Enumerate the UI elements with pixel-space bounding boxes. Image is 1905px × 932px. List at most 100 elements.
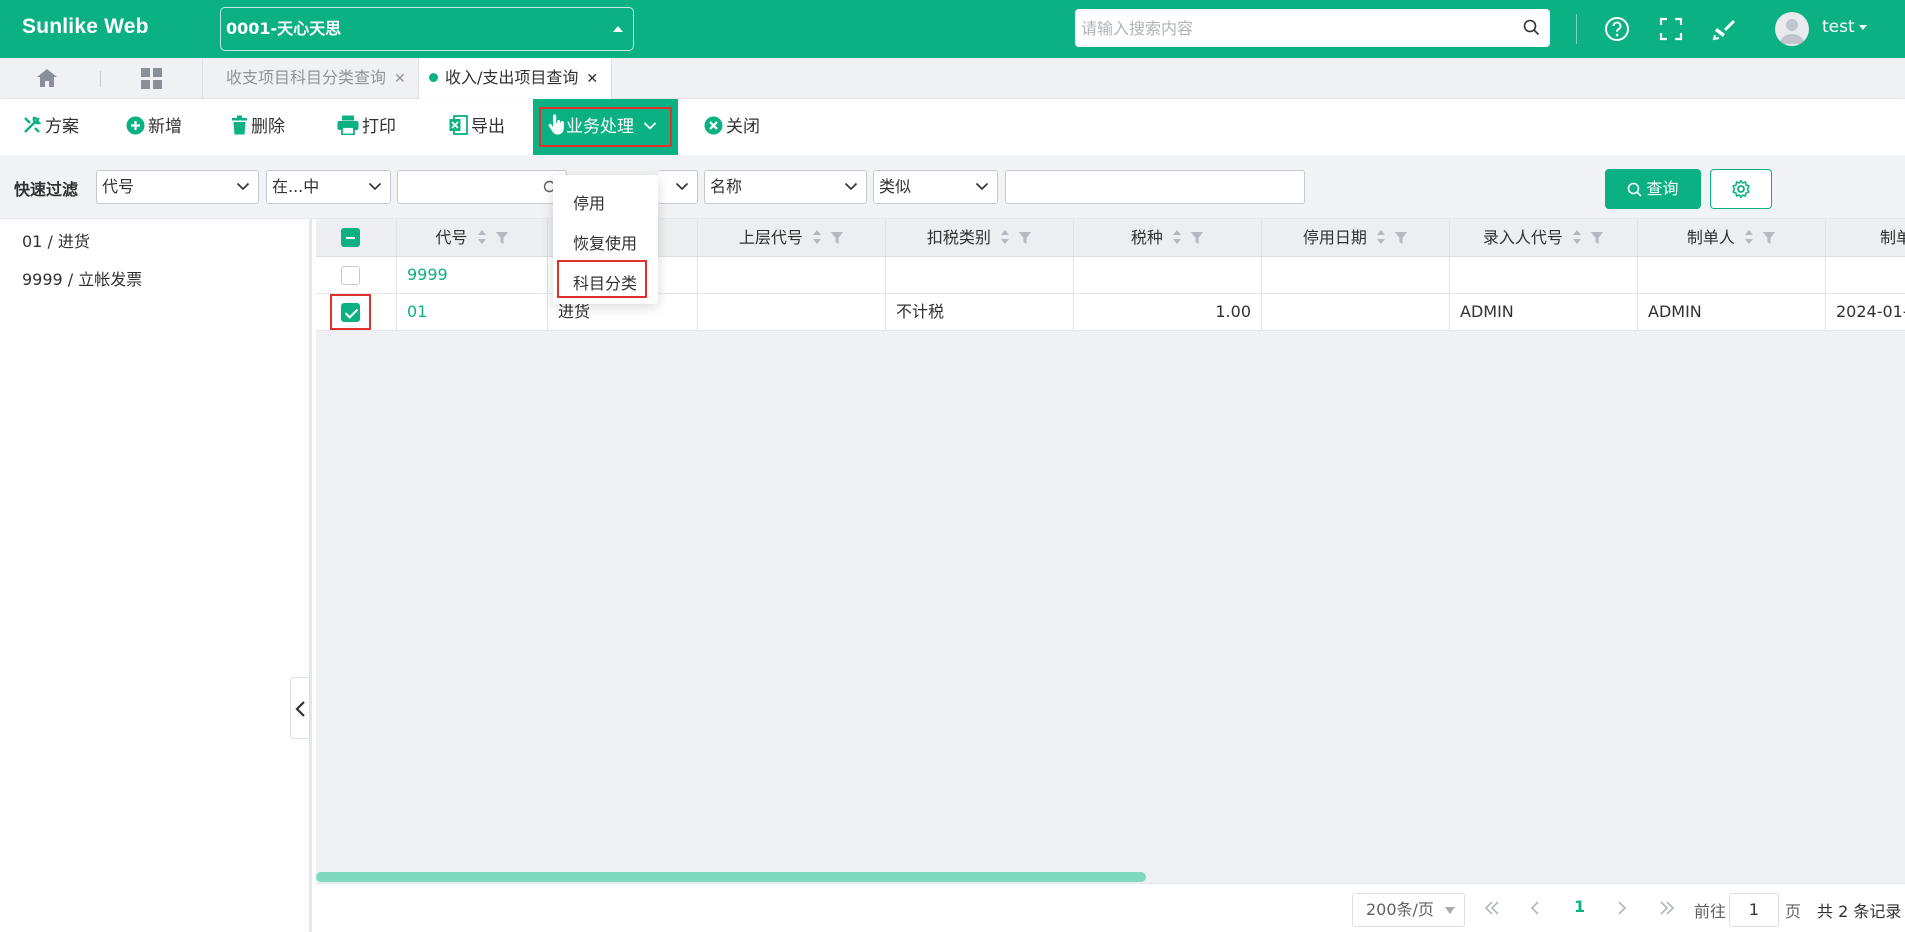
tax-type-cell: 不计税 <box>886 294 1074 330</box>
column-header-parent-code[interactable]: 上层代号 <box>698 219 886 256</box>
tab-bar: 收支项目科目分类查询 ✕ 收入/支出项目查询 ✕ <box>0 58 1905 99</box>
add-button[interactable]: 新增 <box>126 99 182 155</box>
goto-prefix: 前往 <box>1694 902 1727 921</box>
filter-icon[interactable] <box>1394 231 1408 245</box>
filter-icon[interactable] <box>1762 231 1776 245</box>
chevron-down-icon <box>644 122 657 130</box>
chevron-down-icon <box>368 182 382 191</box>
avatar[interactable] <box>1775 12 1809 46</box>
page-size-select[interactable]: 200条/页 <box>1352 893 1465 927</box>
sort-icon[interactable] <box>1376 229 1386 245</box>
header-search[interactable] <box>1075 9 1550 47</box>
filter-icon[interactable] <box>830 231 844 245</box>
filter-icon[interactable] <box>1190 231 1204 245</box>
filter-icon[interactable] <box>495 231 509 245</box>
close-button[interactable]: 关闭 <box>704 99 760 155</box>
active-dot <box>429 73 438 82</box>
filter-icon[interactable] <box>1018 231 1032 245</box>
menu-item-restore[interactable]: 恢复使用 <box>573 230 637 254</box>
close-icon[interactable]: ✕ <box>394 71 406 87</box>
business-button[interactable]: 业务处理 <box>533 99 678 155</box>
export-label: 导出 <box>471 117 505 137</box>
tab-item-query[interactable]: 收入/支出项目查询 ✕ <box>418 58 612 99</box>
close-icon[interactable]: ✕ <box>586 71 598 87</box>
printer-icon <box>337 115 359 136</box>
delete-label: 删除 <box>251 117 285 137</box>
tree-item[interactable]: 9999 / 立帐发票 <box>22 266 142 290</box>
row-checkbox[interactable] <box>341 266 360 285</box>
excel-icon <box>449 115 468 135</box>
horizontal-scrollbar[interactable] <box>316 872 1146 882</box>
parent-code-cell <box>698 257 886 293</box>
next-page-icon[interactable] <box>1616 900 1628 916</box>
column-header-stop-date[interactable]: 停用日期 <box>1262 219 1450 256</box>
select-all-checkbox[interactable] <box>341 228 360 247</box>
column-header-tax-kind[interactable]: 税种 <box>1074 219 1262 256</box>
plan-button[interactable]: 方案 <box>22 99 79 155</box>
code-cell[interactable]: 01 <box>397 294 548 330</box>
code-cell[interactable]: 9999 <box>397 257 548 293</box>
sort-icon[interactable] <box>1000 229 1010 245</box>
query-button[interactable]: 查询 <box>1605 169 1701 209</box>
entry-code-cell: ADMIN <box>1450 294 1638 330</box>
filter-settings-button[interactable] <box>1710 169 1772 209</box>
filter-operator-select-1[interactable]: 在...中 <box>266 170 391 204</box>
fullscreen-icon[interactable] <box>1657 15 1685 43</box>
data-grid: 代号 上层代号 扣税类别 税种 停用日期 录入人代号 制单人 制 9999 01… <box>316 219 1905 883</box>
export-button[interactable]: 导出 <box>449 99 505 155</box>
header-search-input[interactable] <box>1075 9 1505 47</box>
dropdown-caret-icon <box>1858 24 1867 30</box>
filter-field-select-1[interactable]: 代号 <box>96 170 259 204</box>
goto-page-input[interactable]: 1 <box>1729 893 1779 927</box>
menu-item-disable[interactable]: 停用 <box>573 190 605 214</box>
column-title: 制单人 <box>1686 228 1735 247</box>
last-page-icon[interactable] <box>1658 900 1676 916</box>
filter-value-input-1[interactable] <box>397 170 567 204</box>
column-title: 录入人代号 <box>1482 228 1563 247</box>
tree-item[interactable]: 01 / 进货 <box>22 228 90 252</box>
delete-button[interactable]: 删除 <box>231 99 285 155</box>
search-icon <box>1628 182 1643 197</box>
column-header-make-date[interactable]: 制单 <box>1826 219 1905 256</box>
column-header-maker[interactable]: 制单人 <box>1638 219 1826 256</box>
collapse-panel-handle[interactable] <box>290 677 310 739</box>
apps-grid-icon[interactable] <box>141 68 162 89</box>
filter-field-select-2[interactable]: 名称 <box>704 170 867 204</box>
prev-page-icon[interactable] <box>1529 900 1541 916</box>
app-logo: Sunlike Web <box>22 15 149 38</box>
home-icon[interactable] <box>36 68 58 88</box>
first-page-icon[interactable] <box>1483 900 1501 916</box>
column-title: 上层代号 <box>738 228 803 247</box>
sort-icon[interactable] <box>477 229 487 245</box>
company-select-value: 0001-天心天思 <box>226 19 342 38</box>
menu-item-highlight <box>557 260 647 298</box>
column-header-tax-type[interactable]: 扣税类别 <box>886 219 1074 256</box>
sort-icon[interactable] <box>1744 229 1754 245</box>
caret-down-icon <box>1445 907 1455 914</box>
tab-category-query[interactable]: 收支项目科目分类查询 ✕ <box>226 58 406 99</box>
user-menu[interactable]: test <box>1822 17 1867 37</box>
company-select[interactable]: 0001-天心天思 <box>220 7 634 51</box>
make-date-cell: 2024-01- <box>1826 294 1905 330</box>
sort-icon[interactable] <box>1572 229 1582 245</box>
column-header-entry-code[interactable]: 录入人代号 <box>1450 219 1638 256</box>
caret-up-icon <box>613 26 623 32</box>
theme-brush-icon[interactable] <box>1711 15 1739 43</box>
chevron-down-icon <box>844 182 858 191</box>
checkbox-highlight <box>330 294 371 330</box>
filter-field-select-hidden[interactable] <box>658 170 698 204</box>
filter-value-input-2[interactable] <box>1005 170 1305 204</box>
business-button-highlight[interactable]: 业务处理 <box>539 107 672 147</box>
filter-operator-select-2[interactable]: 类似 <box>873 170 998 204</box>
sort-icon[interactable] <box>1172 229 1182 245</box>
search-icon[interactable] <box>1523 19 1540 36</box>
filter-operator-value: 在...中 <box>272 177 320 196</box>
sort-icon[interactable] <box>812 229 822 245</box>
column-header-code[interactable]: 代号 <box>397 219 548 256</box>
print-button[interactable]: 打印 <box>337 99 396 155</box>
toolbar: 方案 新增 删除 打印 导出 业务处理 关闭 <box>0 99 1905 155</box>
chevron-down-icon <box>975 182 989 191</box>
filter-icon[interactable] <box>1590 231 1604 245</box>
help-icon[interactable] <box>1603 15 1631 43</box>
current-page[interactable]: 1 <box>1574 897 1585 916</box>
